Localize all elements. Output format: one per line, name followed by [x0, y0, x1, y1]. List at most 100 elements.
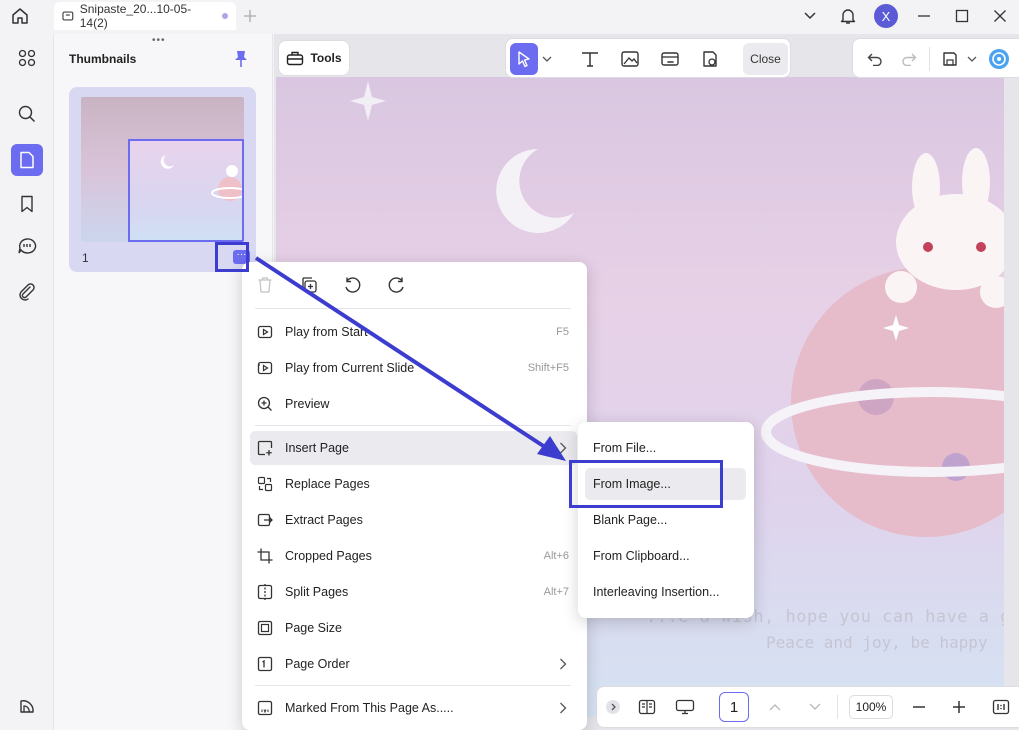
menu-item-extract-pages[interactable]: Extract Pages: [250, 503, 577, 537]
menu-item-preview[interactable]: Preview: [250, 387, 577, 421]
home-icon: [12, 8, 28, 24]
menu-item-split-pages[interactable]: Split Pages Alt+7: [250, 575, 577, 609]
select-tool-dropdown[interactable]: [540, 43, 554, 75]
actual-size-button[interactable]: [987, 687, 1015, 727]
bell-icon: [840, 9, 856, 24]
submenu-item-from-clipboard[interactable]: From Clipboard...: [585, 540, 746, 572]
watermark-tool-button[interactable]: [694, 43, 726, 75]
zoom-out-button[interactable]: [905, 687, 933, 727]
new-tab-button[interactable]: [236, 2, 264, 30]
menu-item-cropped-pages[interactable]: Cropped Pages Alt+6: [250, 539, 577, 573]
redo-icon: [902, 53, 917, 66]
thumbnail-panel: ••• Thumbnails 1 ···: [53, 34, 273, 730]
text-tool-button[interactable]: [574, 43, 606, 75]
delete-page-button[interactable]: [252, 272, 278, 298]
duplicate-page-button[interactable]: [296, 272, 322, 298]
rotate-right-button[interactable]: [384, 272, 410, 298]
rail-thumbnails-button[interactable]: [11, 144, 43, 176]
chevron-down-icon: [804, 12, 816, 20]
maximize-button[interactable]: [943, 0, 981, 32]
pin-panel-button[interactable]: [234, 50, 248, 68]
page-size-icon: [257, 620, 273, 636]
menu-item-page-order[interactable]: Page Order: [250, 647, 577, 681]
minus-icon: [913, 706, 925, 708]
page-layout-button[interactable]: [633, 687, 661, 727]
rail-comments-button[interactable]: [11, 230, 43, 262]
ai-assistant-icon: [989, 49, 1009, 69]
rail-bookmarks-button[interactable]: [11, 188, 43, 220]
plus-icon: [953, 701, 965, 713]
trash-icon: [258, 277, 272, 293]
insert-page-icon: [257, 440, 273, 456]
stamp-icon: [703, 51, 717, 67]
document-tab[interactable]: Snipaste_20...10-05-14(2): [54, 2, 236, 30]
viewport-indicator[interactable]: [128, 139, 244, 242]
tools-button[interactable]: Tools: [278, 40, 350, 76]
menu-item-play-from-current[interactable]: Play from Current Slide Shift+F5: [250, 351, 577, 385]
chevron-down-icon: [809, 703, 821, 710]
right-toolbar: [852, 38, 1019, 78]
play-current-icon: [257, 361, 273, 375]
pin-icon: [235, 51, 247, 67]
page-number-label: 1: [82, 251, 89, 265]
panel-grip[interactable]: •••: [152, 35, 166, 46]
link-tool-button[interactable]: [654, 43, 686, 75]
search-icon: [18, 105, 36, 123]
save-icon: [943, 52, 957, 66]
page-icon: [20, 151, 34, 169]
minimize-icon: [918, 15, 930, 17]
rail-search-button[interactable]: [11, 98, 43, 130]
submenu-item-interleaving-insertion[interactable]: Interleaving Insertion...: [585, 576, 746, 608]
comment-icon: [18, 238, 37, 254]
tab-title: Snipaste_20...10-05-14(2): [79, 2, 192, 30]
edit-toolbar: Close: [505, 38, 791, 78]
plus-icon: [244, 10, 256, 22]
image-tool-button[interactable]: [614, 43, 646, 75]
ai-assistant-button[interactable]: [985, 39, 1013, 79]
redo-button[interactable]: [895, 39, 923, 79]
zoom-level-input[interactable]: 100%: [849, 695, 893, 719]
next-page-button[interactable]: [803, 687, 827, 727]
undo-button[interactable]: [861, 39, 889, 79]
menu-item-insert-page[interactable]: Insert Page: [250, 431, 577, 465]
save-button[interactable]: [937, 39, 963, 79]
notifications-button[interactable]: [829, 0, 867, 32]
menu-item-replace-pages[interactable]: Replace Pages: [250, 467, 577, 501]
home-button[interactable]: [0, 0, 40, 32]
save-dropdown[interactable]: [965, 39, 979, 79]
chevron-right-icon: [560, 442, 567, 454]
replace-pages-icon: [257, 476, 273, 492]
rail-attachments-button[interactable]: [11, 276, 43, 308]
text-icon: [582, 52, 598, 67]
insert-page-submenu: From File... From Image... Blank Page...…: [578, 422, 754, 618]
tabs-dropdown-button[interactable]: [791, 0, 829, 32]
chevron-up-icon: [769, 704, 781, 711]
rail-theme-button[interactable]: [11, 690, 43, 722]
select-tool-button[interactable]: [510, 43, 538, 75]
menu-item-page-size[interactable]: Page Size: [250, 611, 577, 645]
current-page-input[interactable]: 1: [719, 692, 749, 722]
submenu-item-blank-page[interactable]: Blank Page...: [585, 504, 746, 536]
close-edit-button[interactable]: Close: [743, 43, 788, 75]
tools-label: Tools: [310, 51, 342, 65]
extract-pages-icon: [257, 513, 273, 527]
unsaved-dot: [222, 13, 228, 19]
rail-apps-button[interactable]: [11, 42, 43, 74]
presentation-button[interactable]: [671, 687, 699, 727]
toolbox-icon: [287, 51, 304, 66]
zoom-in-button[interactable]: [945, 687, 973, 727]
rotate-left-button[interactable]: [339, 272, 365, 298]
page-text-line-2: Peace and joy, be happy: [766, 633, 988, 652]
minimize-button[interactable]: [905, 0, 943, 32]
collapse-bar-button[interactable]: [603, 687, 623, 727]
actual-size-icon: [992, 699, 1010, 715]
annotation-highlight-more-button: [215, 242, 249, 272]
link-box-icon: [661, 52, 679, 66]
menu-item-play-from-start[interactable]: Play from Start F5: [250, 315, 577, 349]
undo-icon: [867, 53, 882, 66]
account-button[interactable]: X: [867, 0, 905, 32]
window-close-button[interactable]: [981, 0, 1019, 32]
menu-item-marked-from-page[interactable]: Marked From This Page As.....: [250, 691, 577, 725]
chevron-down-icon: [967, 56, 977, 62]
previous-page-button[interactable]: [763, 687, 787, 727]
